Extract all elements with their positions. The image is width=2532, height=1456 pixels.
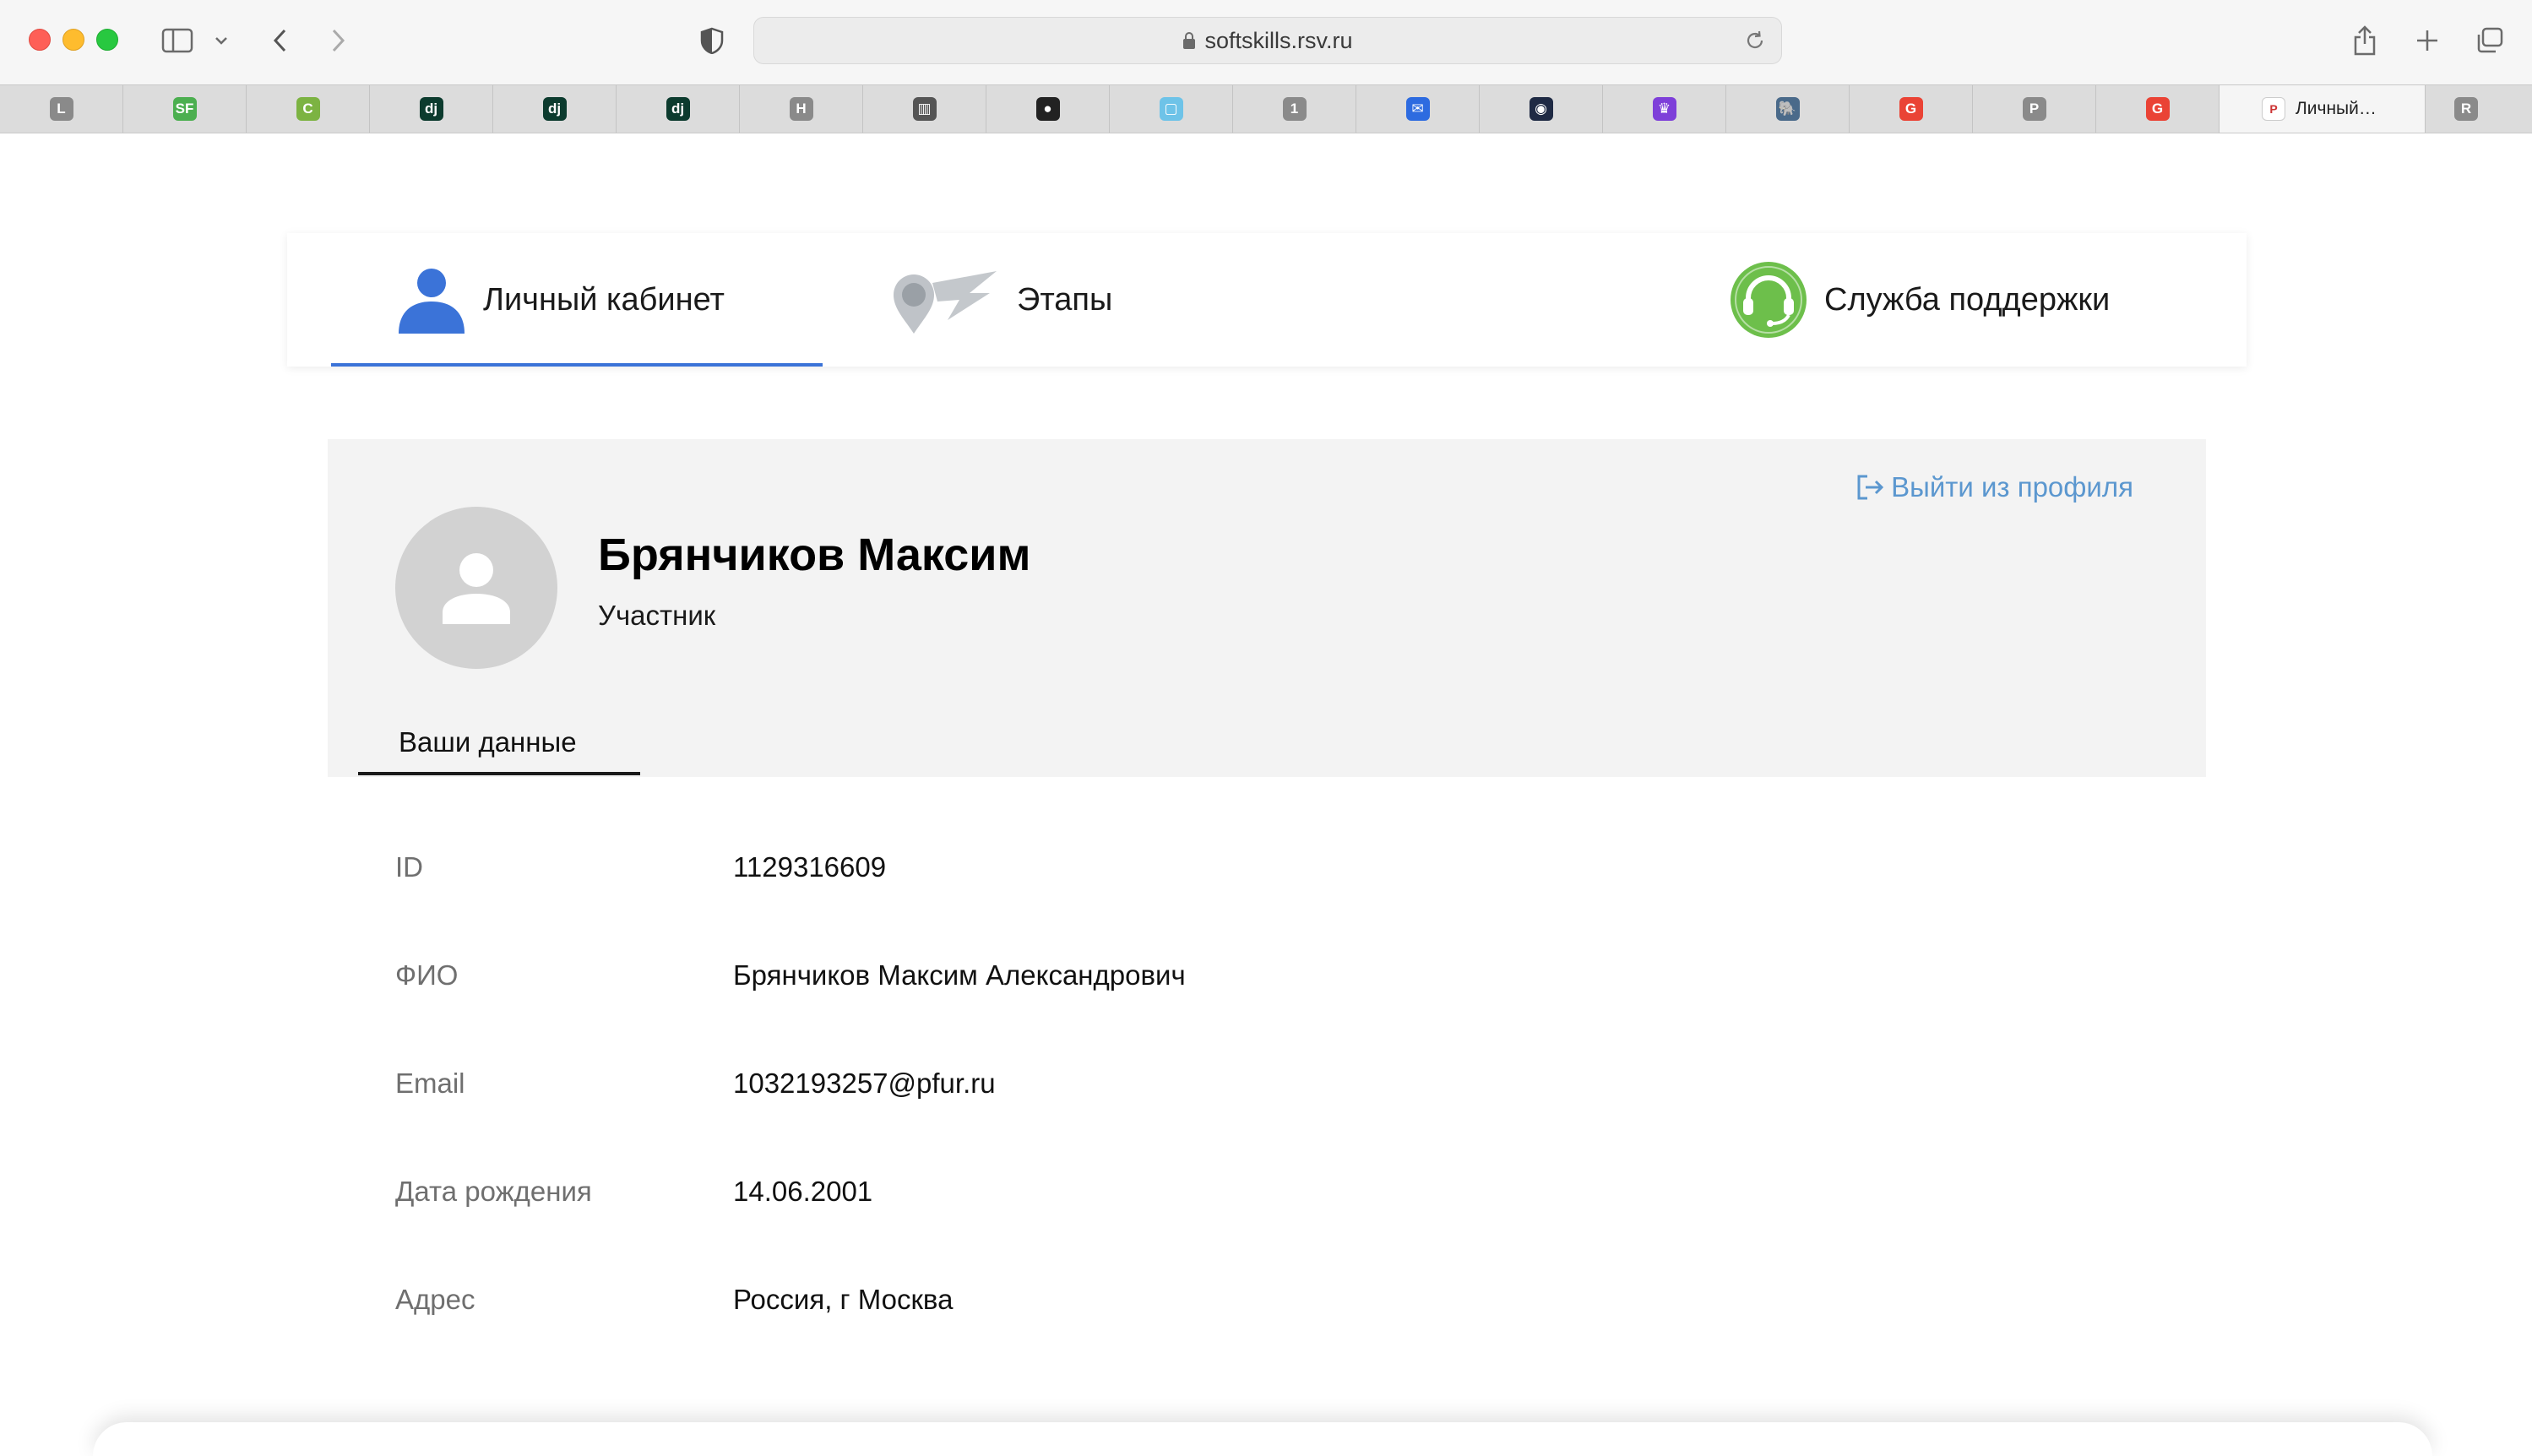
headset-icon	[1730, 261, 1807, 339]
tab-active[interactable]: Р Личный…	[2220, 85, 2426, 133]
tab-favicon[interactable]: G	[1850, 85, 1973, 133]
map-pin-icon	[888, 264, 1000, 335]
lock-icon	[1182, 31, 1196, 50]
info-value: Брянчиков Максим Александрович	[733, 959, 1186, 991]
tab-favicon-icon: ✉	[1405, 97, 1430, 121]
close-window-button[interactable]	[29, 29, 51, 51]
profile-role: Участник	[598, 600, 716, 631]
tab-your-data[interactable]: Ваши данные	[399, 726, 577, 758]
forward-icon[interactable]	[326, 17, 351, 64]
tab-favicon[interactable]: ♛	[1603, 85, 1726, 133]
tab-favicon[interactable]: SF	[123, 85, 247, 133]
nav-item-support[interactable]: Служба поддержки	[1730, 233, 2110, 367]
page-content: Личный кабинет Этапы Служба поддержки Вы…	[0, 133, 2532, 1456]
tab-favicon[interactable]: dj	[370, 85, 493, 133]
tab-favicon-icon: R	[2454, 97, 2478, 121]
nav-item-stages[interactable]: Этапы	[888, 233, 1112, 367]
active-tab-label: Личный…	[2296, 99, 2377, 118]
back-icon[interactable]	[267, 17, 292, 64]
address-bar[interactable]: softskills.rsv.ru	[753, 17, 1782, 64]
share-icon[interactable]	[2348, 17, 2382, 64]
tab-favicon-icon: 🐘	[1775, 97, 1800, 121]
tab-favicon[interactable]: ✉	[1356, 85, 1480, 133]
tab-favicon-icon: ▥	[912, 97, 937, 121]
info-row-birthdate: Дата рождения 14.06.2001	[395, 1176, 2084, 1284]
info-value: 14.06.2001	[733, 1176, 873, 1207]
tab-favicon[interactable]: G	[2096, 85, 2220, 133]
tab-favicon[interactable]: dj	[493, 85, 617, 133]
info-row-fullname: ФИО Брянчиков Максим Александрович	[395, 959, 2084, 1068]
tab-favicon-icon: ♛	[1652, 97, 1676, 121]
tab-favicon-icon: 1	[1282, 97, 1307, 121]
tab-favicon-icon: dj	[666, 97, 690, 121]
tab-favicon[interactable]: R	[2426, 85, 2507, 133]
active-tab-favicon-icon: Р	[2262, 97, 2285, 121]
info-value: 1129316609	[733, 851, 887, 883]
bottom-panel-edge	[93, 1422, 2432, 1456]
profile-card: Выйти из профиля Брянчиков Максим Участн…	[328, 439, 2206, 777]
minimize-window-button[interactable]	[62, 29, 84, 51]
nav-label-support: Служба поддержки	[1824, 281, 2111, 318]
tab-favicon[interactable]: ◉	[1480, 85, 1603, 133]
tab-favicon-icon: G	[2145, 97, 2170, 121]
zoom-window-button[interactable]	[96, 29, 118, 51]
privacy-shield-icon[interactable]	[698, 17, 726, 64]
tab-favicon-icon: ◉	[1529, 97, 1553, 121]
tab-favicon[interactable]: ▢	[1110, 85, 1233, 133]
tab-favicon-icon: SF	[172, 97, 197, 121]
tab-favicon-icon: H	[789, 97, 813, 121]
logout-label: Выйти из профиля	[1891, 471, 2133, 503]
tab-favicon-icon: L	[49, 97, 73, 121]
main-navigation: Личный кабинет Этапы Служба поддержки	[287, 233, 2247, 367]
avatar	[395, 507, 557, 669]
info-value: Россия, г Москва	[733, 1284, 954, 1315]
tab-strip: L SF Cdj dj dj H ▥ ● ▢ 1 ✉ ◉ ♛ 🐘 G P G Р Личный… R	[0, 84, 2532, 133]
user-icon	[397, 266, 466, 334]
tab-favicon-icon: ▢	[1159, 97, 1183, 121]
tab-favicon[interactable]: 1	[1233, 85, 1356, 133]
info-list: ID 1129316609 ФИО Брянчиков Максим Алекс…	[395, 851, 2084, 1392]
info-label: Email	[395, 1068, 465, 1099]
tab-favicon[interactable]: 🐘	[1726, 85, 1850, 133]
chevron-down-icon[interactable]	[211, 17, 231, 64]
info-value: 1032193257@pfur.ru	[733, 1068, 996, 1099]
nav-item-cabinet[interactable]: Личный кабинет	[397, 233, 725, 367]
profile-name: Брянчиков Максим	[598, 530, 1031, 580]
browser-toolbar: softskills.rsv.ru	[0, 0, 2532, 84]
nav-label-cabinet: Личный кабинет	[483, 281, 725, 318]
nav-label-stages: Этапы	[1017, 281, 1113, 318]
info-label: Дата рождения	[395, 1176, 592, 1207]
avatar-user-icon	[443, 553, 510, 624]
tab-favicon[interactable]: C	[247, 85, 370, 133]
info-label: ID	[395, 851, 423, 883]
tab-active-underline	[358, 772, 640, 775]
tab-favicon-icon: P	[2022, 97, 2046, 121]
tab-favicon[interactable]: dj	[617, 85, 740, 133]
tab-favicon-icon: ●	[1035, 97, 1060, 121]
tab-favicon[interactable]: ●	[986, 85, 1110, 133]
tab-favicon-icon: dj	[419, 97, 443, 121]
new-tab-icon[interactable]	[2412, 17, 2442, 64]
tab-favicon-icon: dj	[542, 97, 567, 121]
tab-overview-icon[interactable]	[2473, 17, 2507, 64]
tab-favicon[interactable]: P	[1973, 85, 2096, 133]
tab-favicon[interactable]: ▥	[863, 85, 986, 133]
nav-active-underline	[331, 363, 823, 367]
sidebar-toggle-icon[interactable]	[159, 17, 196, 64]
reload-icon[interactable]	[1744, 30, 1766, 57]
info-label: ФИО	[395, 959, 459, 991]
tab-favicon[interactable]: H	[740, 85, 863, 133]
info-row-email: Email 1032193257@pfur.ru	[395, 1068, 2084, 1176]
info-label: Адрес	[395, 1284, 475, 1315]
logout-link[interactable]: Выйти из профиля	[1854, 471, 2133, 503]
tab-favicon-icon: C	[296, 97, 320, 121]
tab-favicon-icon: G	[1899, 97, 1923, 121]
info-row-id: ID 1129316609	[395, 851, 2084, 959]
url-text: softskills.rsv.ru	[1204, 27, 1353, 53]
logout-icon	[1854, 471, 1886, 503]
tab-favicon[interactable]: L	[0, 85, 123, 133]
info-row-address: Адрес Россия, г Москва	[395, 1284, 2084, 1392]
